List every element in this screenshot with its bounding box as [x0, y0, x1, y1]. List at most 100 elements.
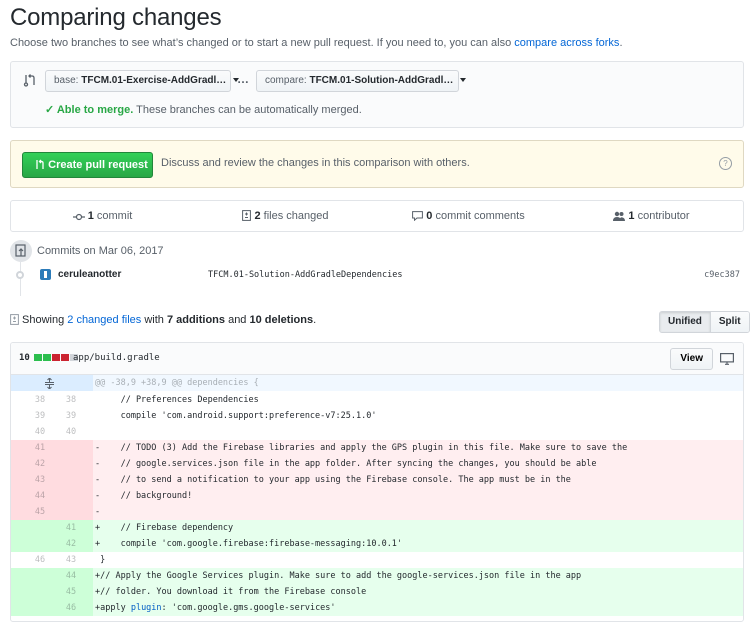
create-pull-request-button[interactable]: Create pull request [22, 152, 153, 178]
subtitle-end: . [619, 37, 623, 49]
diffstat-bar [34, 354, 78, 361]
subtitle-text: Choose two branches to see what’s change… [10, 37, 515, 49]
line-gutter: 46 [11, 600, 93, 616]
diffstat-block-add [34, 354, 42, 361]
compare-branch-select[interactable]: compare: TFCM.01-Solution-AddGradl… [256, 70, 467, 92]
hunk-gutter [11, 375, 93, 391]
additions-count: 7 additions [166, 314, 226, 326]
deletion-line: 43 - // to send a notification to your ap… [11, 472, 743, 488]
avatar[interactable] [40, 269, 51, 280]
line-gutter: 39 39 [11, 408, 93, 424]
files-summary: Showing 2 changed files with 7 additions… [10, 314, 316, 326]
addition-line: 46 +apply plugin: 'com.google.gms.google-… [11, 600, 743, 616]
commit-sha-link[interactable]: c9ec387 [704, 270, 740, 280]
deletion-line: 41 - // TODO (3) Add the Firebase librari… [11, 440, 743, 456]
diffstat-block-del [61, 354, 69, 361]
deletions-count: 10 deletions [249, 314, 314, 326]
new-line-number[interactable]: 38 [51, 392, 91, 408]
old-line-number[interactable]: 44 [11, 488, 69, 504]
diffstat-block-del [52, 354, 60, 361]
able-to-merge-label: ✓ Able to merge. [45, 104, 134, 116]
files-changed-tab[interactable]: 2 files changed [194, 201, 377, 231]
compare-branch-name: TFCM.01-Solution-AddGradl… [309, 75, 454, 86]
hunk-header-row: @@ -38,9 +38,9 @@ dependencies { [11, 375, 743, 392]
line-code: } [93, 552, 743, 568]
old-line-number[interactable]: 42 [11, 456, 69, 472]
line-gutter: 46 43 [11, 552, 93, 568]
changed-files-link[interactable]: 2 changed files [67, 314, 141, 326]
line-gutter: 41 [11, 520, 93, 536]
question-icon[interactable]: ? [719, 157, 732, 170]
files-summary-and: and [225, 314, 250, 326]
old-line-number[interactable]: 41 [11, 440, 69, 456]
line-gutter: 44 [11, 568, 93, 584]
file-diff: 10 app/build.gradle View @@ -38,9 +38,9 … [10, 342, 744, 622]
addition-line: 44 +// Apply the Google Services plugin. … [11, 568, 743, 584]
line-gutter: 42 [11, 536, 93, 552]
diff-view-toggle: Unified Split [659, 311, 750, 333]
line-code: +apply plugin: 'com.google.gms.google-se… [93, 600, 743, 616]
addition-line: 42 + compile 'com.google.firebase:firebas… [11, 536, 743, 552]
old-line-number[interactable]: 45 [11, 504, 69, 520]
new-line-number[interactable]: 46 [51, 600, 91, 616]
line-gutter: 41 [11, 440, 93, 456]
compare-label: compare: [265, 75, 307, 86]
file-diff-icon [10, 314, 19, 325]
git-pull-request-icon [36, 159, 44, 169]
line-code: - [93, 504, 743, 520]
base-branch-select[interactable]: base: TFCM.01-Exercise-AddGradl… [45, 70, 240, 92]
view-file-button[interactable]: View [670, 348, 713, 370]
context-line: 38 38 // Preferences Dependencies [11, 392, 743, 408]
addition-line: 41 + // Firebase dependency [11, 520, 743, 536]
new-line-number[interactable]: 41 [51, 520, 91, 536]
line-gutter: 45 [11, 504, 93, 520]
contributors-tab[interactable]: 1 contributor [560, 201, 743, 231]
line-gutter: 42 [11, 456, 93, 472]
line-gutter: 40 40 [11, 424, 93, 440]
git-commit-icon [72, 213, 85, 221]
line-code: - // TODO (3) Add the Firebase libraries… [93, 440, 743, 456]
commits-tab[interactable]: 1 commit [11, 201, 194, 231]
new-line-number[interactable]: 44 [51, 568, 91, 584]
base-branch-name: TFCM.01-Exercise-AddGradl… [81, 75, 227, 86]
range-ellipsis: … [237, 72, 249, 86]
create-pull-request-label: Create pull request [48, 159, 148, 171]
deletion-line: 42 - // google.services.json file in the … [11, 456, 743, 472]
git-commit-icon [16, 271, 24, 279]
new-line-number[interactable]: 39 [51, 408, 91, 424]
commit-comments-tab[interactable]: 0 commit comments [377, 201, 560, 231]
diff-table: @@ -38,9 +38,9 @@ dependencies { 38 38 //… [11, 375, 743, 616]
context-line: 40 40 [11, 424, 743, 440]
new-line-number[interactable]: 40 [51, 424, 91, 440]
deletion-line: 44 - // background! [11, 488, 743, 504]
comments-label: commit comments [432, 210, 525, 222]
new-line-number[interactable]: 42 [51, 536, 91, 552]
line-code: +// Apply the Google Services plugin. Ma… [93, 568, 743, 584]
commit-message-link[interactable]: TFCM.01-Solution-AddGradleDependencies [208, 270, 402, 280]
comment-icon [412, 211, 424, 222]
commit-label: commit [93, 210, 133, 222]
file-path-link[interactable]: app/build.gradle [73, 353, 160, 363]
commit-author-link[interactable]: ceruleanotter [58, 269, 121, 280]
compare-across-forks-link[interactable]: compare across forks [514, 37, 619, 49]
pr-description: Discuss and review the changes in this c… [161, 157, 470, 169]
base-label: base: [54, 75, 79, 86]
create-pr-banner: Create pull request Discuss and review t… [10, 140, 744, 188]
hunk-header-text: @@ -38,9 +38,9 @@ dependencies { [93, 375, 743, 391]
contributors-label: contributor [634, 210, 690, 222]
old-line-number[interactable]: 43 [11, 472, 69, 488]
line-code: - // google.services.json file in the ap… [93, 456, 743, 472]
repo-push-icon [10, 240, 32, 262]
line-code: + compile 'com.google.firebase:firebase-… [93, 536, 743, 552]
line-code: - // background! [93, 488, 743, 504]
device-desktop-icon[interactable] [720, 353, 735, 368]
line-code [93, 424, 743, 440]
line-code: compile 'com.android.support:preference-… [93, 408, 743, 424]
new-line-number[interactable]: 45 [51, 584, 91, 600]
unified-view-button[interactable]: Unified [660, 312, 711, 332]
files-label: files changed [260, 210, 329, 222]
overall-summary: 1 commit 2 files changed 0 commit commen… [10, 200, 744, 232]
new-line-number[interactable]: 43 [51, 552, 91, 568]
split-view-button[interactable]: Split [710, 312, 749, 332]
diffstat-block-add [43, 354, 51, 361]
